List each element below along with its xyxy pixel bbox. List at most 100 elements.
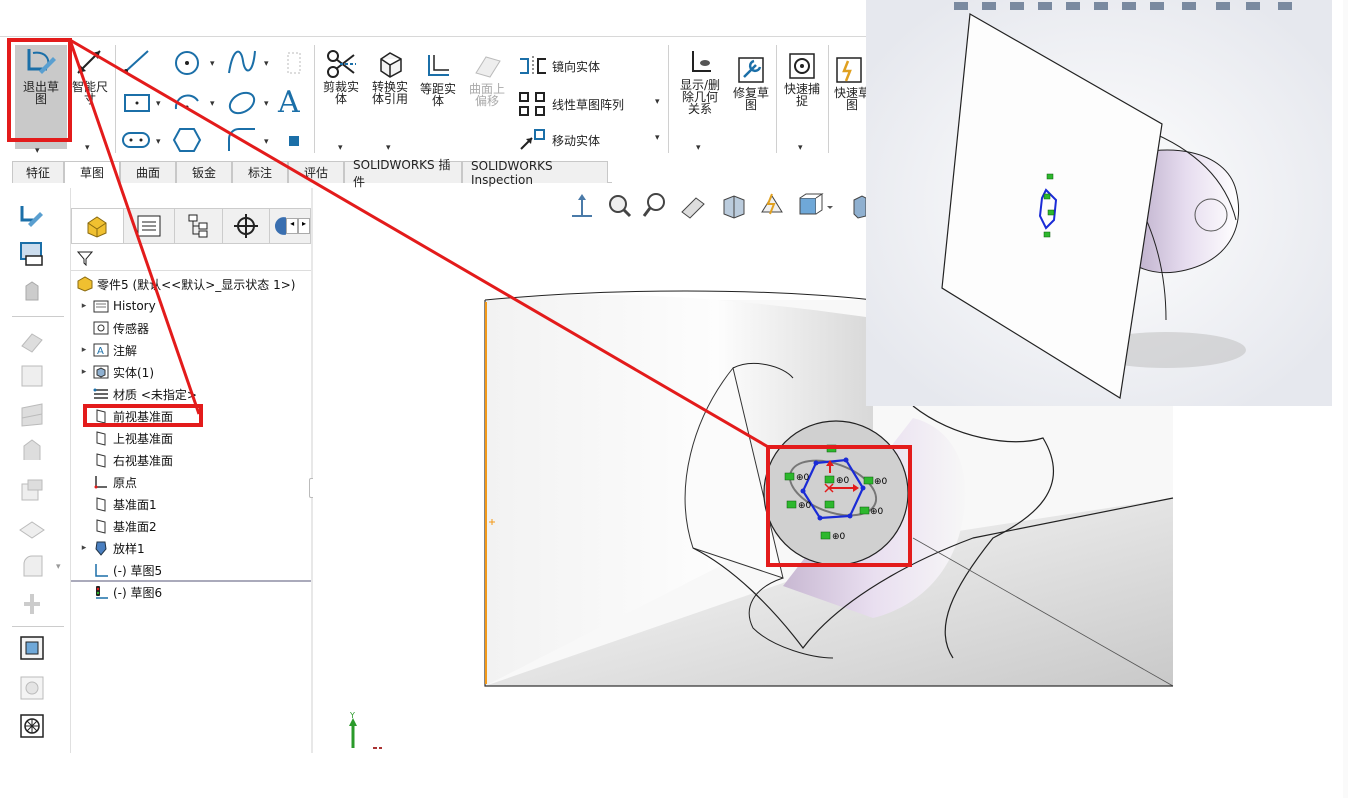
repair-sketch-button[interactable]: 修复草图 (728, 55, 774, 111)
rectangle-icon[interactable] (122, 89, 152, 115)
sketch-display-icon[interactable] (18, 240, 46, 268)
right-edge-scrollbar[interactable] (1343, 0, 1348, 798)
tree-item-label: 基准面2 (113, 519, 157, 534)
polygon-icon[interactable] (172, 125, 202, 155)
panel-scroll-right-icon[interactable]: ▸ (298, 218, 310, 234)
tree-root-part[interactable]: 零件5 (默认<<默认>_显示状态 1>) (73, 274, 295, 294)
previous-view-icon[interactable] (681, 197, 705, 219)
offset-on-surface-button[interactable]: 曲面上偏移 (464, 51, 510, 107)
offset-entities-button[interactable]: 等距实体 (416, 51, 460, 107)
panel-tabs: ◂ ▸ (71, 208, 311, 244)
tree-item[interactable]: ▸ History (79, 296, 156, 316)
tree-item[interactable]: 基准面2 (79, 516, 157, 536)
quick-snaps-icon (789, 53, 815, 79)
arc-icon[interactable] (172, 89, 202, 117)
tree-item[interactable]: 基准面1 (79, 494, 157, 514)
section-view-icon[interactable] (723, 195, 745, 219)
convert-entities-button[interactable]: 转换实体引用 (366, 49, 414, 105)
view-display-style-icon[interactable] (799, 193, 833, 215)
configuration-manager-tab[interactable] (175, 209, 223, 243)
fillet-icon[interactable] (225, 127, 259, 155)
tree-item[interactable]: 上视基准面 (79, 428, 173, 448)
move-entities-button[interactable]: 移动实体 (518, 127, 600, 153)
tree-item[interactable]: 原点 (79, 472, 137, 492)
rapid-sketch-button[interactable]: 快速草图 (832, 55, 866, 111)
tab-surfaces[interactable]: 曲面 (120, 161, 176, 183)
mirror-entities-button[interactable]: 镜向实体 (518, 55, 600, 77)
expand-arrow-icon[interactable]: ▸ (79, 367, 89, 377)
linear-pattern-button[interactable]: 线性草图阵列 (518, 91, 624, 117)
section-gray-icon (20, 676, 44, 700)
quick-snaps-label: 快速捕捉 (783, 82, 820, 108)
sketch-text-icon[interactable]: A (278, 85, 300, 120)
point-icon[interactable] (288, 135, 300, 147)
quick-snaps-button[interactable]: 快速捕捉 (780, 51, 824, 107)
boundary-gray-icon (23, 439, 41, 460)
tree-item[interactable]: 传感器 (79, 318, 149, 338)
tree-item[interactable]: (-) 草图5 (79, 560, 162, 580)
show-delete-relations-button[interactable]: 显示/删除几何关系 (674, 47, 726, 115)
slot-icon[interactable] (120, 129, 152, 151)
dimxpert-tab[interactable] (223, 209, 271, 243)
loft-gray-icon (21, 403, 43, 427)
extrude-gray-icon (25, 281, 39, 301)
tab-sheet-metal[interactable]: 钣金 (176, 161, 232, 183)
configuration-manager-icon (188, 214, 208, 238)
tree-item[interactable]: ▸ 放样1 (79, 538, 145, 558)
revolve-gray-icon (21, 333, 43, 353)
view-normal-icon[interactable] (18, 634, 46, 662)
trim-entities-button[interactable]: 剪裁实体 (318, 49, 364, 105)
fillet-gray-icon (23, 555, 43, 577)
tree-item[interactable]: 材质 <未指定> (79, 384, 197, 404)
tree-item-label: 放样1 (113, 541, 145, 556)
tree-item-label: 右视基准面 (113, 453, 174, 468)
smart-dimension-button[interactable]: 智能尺寸 (70, 47, 110, 105)
offset-label: 等距实体 (419, 82, 456, 108)
ellipse-icon[interactable] (225, 89, 259, 117)
spline-icon[interactable] (225, 47, 259, 77)
tree-item-label: History (113, 299, 156, 313)
highlight-sketch-box (766, 445, 912, 567)
zoom-to-fit-icon[interactable] (609, 195, 632, 218)
zoom-to-area-icon[interactable] (642, 193, 665, 217)
mirror-label: 镜向实体 (552, 59, 601, 74)
tree-item[interactable]: ▸ A 注解 (79, 340, 137, 360)
tab-features[interactable]: 特征 (12, 161, 64, 183)
tree-item[interactable]: (-) 草图6 (79, 582, 162, 602)
expand-arrow-icon[interactable]: ▸ (79, 301, 89, 311)
offset-icon (428, 55, 449, 76)
expand-arrow-icon[interactable]: ▸ (79, 345, 89, 355)
rib-gray-icon (24, 594, 40, 614)
tree-item[interactable]: ▸ 实体(1) (79, 362, 154, 382)
tree-item-label: 原点 (113, 475, 138, 490)
tree-item[interactable]: 右视基准面 (79, 450, 173, 470)
display-manager-tab[interactable] (270, 209, 287, 243)
highlight-exit-sketch-box (7, 38, 72, 142)
smart-dimension-label: 智能尺寸 (72, 80, 109, 106)
annotation-icon: A (92, 342, 110, 358)
move-label: 移动实体 (552, 133, 601, 148)
view-orientation-icon[interactable] (572, 194, 592, 217)
tab-markup[interactable]: 标注 (232, 161, 288, 183)
exit-sketch-small-icon[interactable] (18, 202, 46, 230)
instant3d-icon[interactable] (18, 712, 46, 740)
part-icon (76, 276, 94, 292)
rollback-bar[interactable] (71, 580, 311, 582)
dynamic-annotation-icon[interactable] (761, 193, 783, 215)
material-icon (92, 386, 110, 402)
tab-addins[interactable]: SOLIDWORKS 插件 (344, 158, 462, 189)
line-icon[interactable] (122, 47, 152, 75)
tab-inspection[interactable]: SOLIDWORKS Inspection (462, 159, 608, 187)
triad-y-label: Y (349, 711, 355, 720)
tab-evaluate[interactable]: 评估 (288, 161, 344, 183)
circle-icon[interactable] (172, 49, 202, 77)
expand-arrow-icon[interactable]: ▸ (79, 543, 89, 553)
property-manager-tab[interactable] (124, 209, 176, 243)
smart-dimension-dropdown-icon[interactable]: ▾ (85, 143, 90, 153)
hide-show-items-icon[interactable] (853, 195, 867, 219)
filter-icon[interactable] (77, 250, 93, 266)
tab-sketch[interactable]: 草图 (64, 161, 120, 183)
panel-scroll-left-icon[interactable]: ◂ (286, 218, 299, 234)
feature-manager-tab[interactable] (72, 209, 124, 243)
repair-sketch-label: 修复草图 (732, 86, 769, 112)
